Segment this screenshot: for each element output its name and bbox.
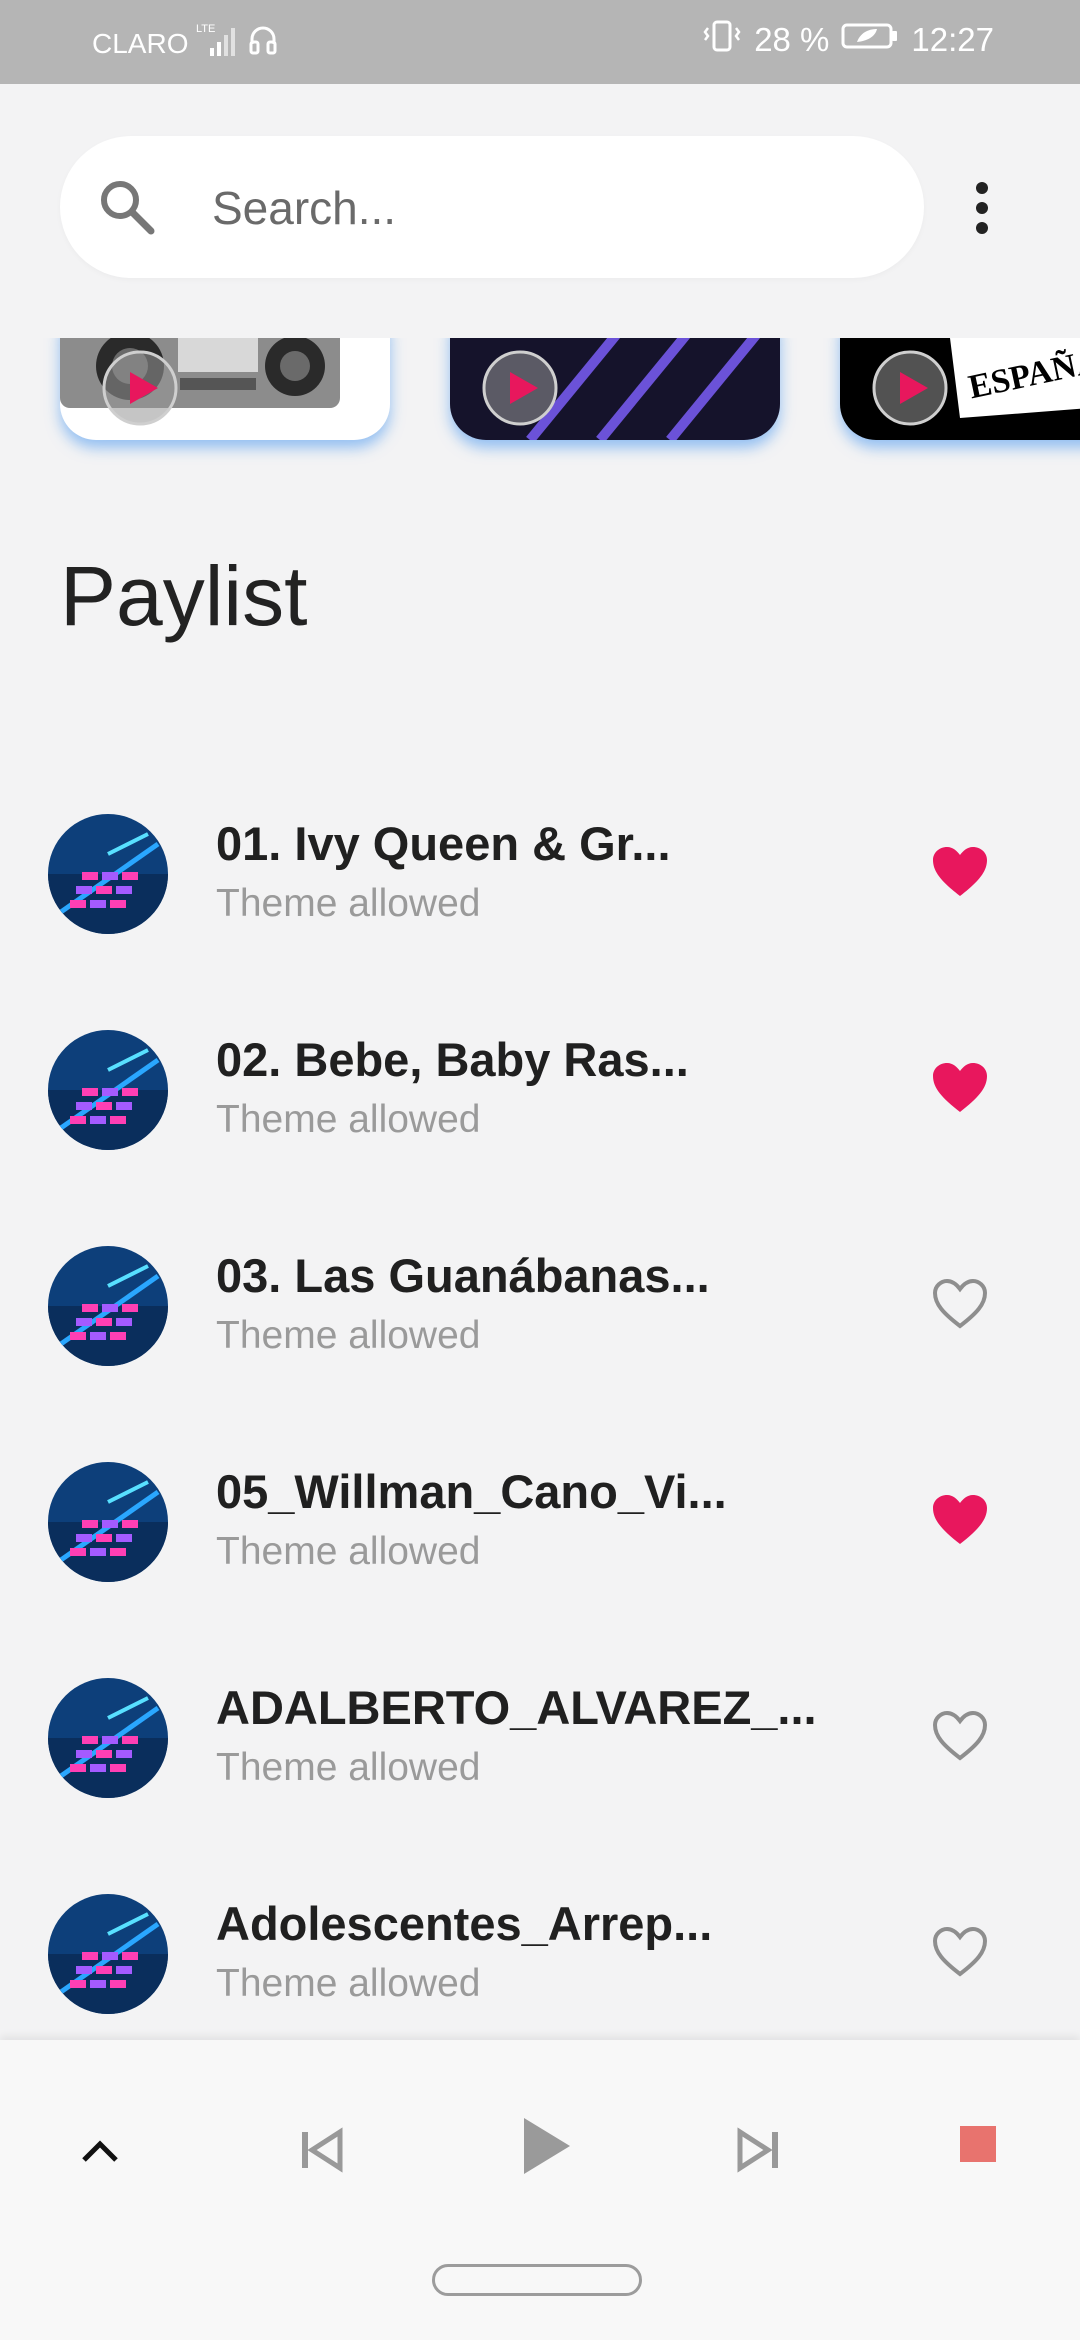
track-title: 02. Bebe, Baby Ras... <box>216 1033 689 1086</box>
play-icon[interactable] <box>518 2112 574 2185</box>
heart-outline-icon[interactable] <box>930 1924 990 1980</box>
battery-icon <box>841 21 899 59</box>
carrier-name: CLARO <box>92 27 189 59</box>
status-bar: CLARO LTE 28 % 12:27 <box>0 0 1080 84</box>
track-artwork <box>48 1246 168 1366</box>
track-artwork <box>48 1894 168 2014</box>
track-row[interactable]: 05_Willman_Cano_Vi... Theme allowed <box>0 1418 1080 1634</box>
network-type-label: LTE <box>196 23 215 35</box>
heart-filled-icon[interactable] <box>930 1060 990 1116</box>
track-subtitle: Theme allowed <box>216 1746 481 1789</box>
home-indicator[interactable] <box>432 2264 642 2296</box>
more-vert-icon[interactable] <box>958 176 1006 240</box>
search-bar[interactable] <box>60 136 924 278</box>
featured-carousel[interactable]: ESPAÑA <box>0 338 1080 468</box>
track-row[interactable]: 02. Bebe, Baby Ras... Theme allowed <box>0 986 1080 1202</box>
featured-card-boombox[interactable] <box>60 338 390 440</box>
track-artwork <box>48 1462 168 1582</box>
track-row[interactable]: ADALBERTO_ALVAREZ_... Theme allowed <box>0 1634 1080 1850</box>
featured-card-espana[interactable]: ESPAÑA <box>840 338 1080 440</box>
track-subtitle: Theme allowed <box>216 882 481 925</box>
headphones-icon <box>248 24 278 63</box>
featured-card-stripes[interactable] <box>450 338 780 440</box>
heart-outline-icon[interactable] <box>930 1708 990 1764</box>
heart-filled-icon[interactable] <box>930 1492 990 1548</box>
heart-filled-icon[interactable] <box>930 844 990 900</box>
track-title: ADALBERTO_ALVAREZ_... <box>216 1681 817 1734</box>
clock: 12:27 <box>911 21 994 58</box>
stop-icon[interactable] <box>958 2124 998 2169</box>
search-icon[interactable] <box>98 178 156 236</box>
chevron-up-icon[interactable] <box>78 2130 122 2179</box>
heart-outline-icon[interactable] <box>930 1276 990 1332</box>
status-left: CLARO LTE <box>92 22 278 65</box>
track-subtitle: Theme allowed <box>216 1530 481 1573</box>
track-title: 03. Las Guanábanas... <box>216 1249 710 1302</box>
track-artwork <box>48 1030 168 1150</box>
track-title: Adolescentes_Arrep... <box>216 1897 713 1950</box>
skip-next-icon[interactable] <box>736 2122 782 2183</box>
playlist-title: Paylist <box>60 549 308 643</box>
track-title: 05_Willman_Cano_Vi... <box>216 1465 727 1518</box>
status-right: 28 % 12:27 <box>702 18 994 62</box>
search-input[interactable] <box>210 176 894 240</box>
track-row[interactable]: 03. Las Guanábanas... Theme allowed <box>0 1202 1080 1418</box>
track-title: 01. Ivy Queen & Gr... <box>216 817 671 870</box>
battery-percent: 28 % <box>754 21 830 58</box>
signal-icon: LTE <box>196 22 240 65</box>
track-subtitle: Theme allowed <box>216 1962 481 2005</box>
track-artwork <box>48 1678 168 1798</box>
track-subtitle: Theme allowed <box>216 1314 481 1357</box>
track-row[interactable]: 01. Ivy Queen & Gr... Theme allowed <box>0 770 1080 986</box>
track-artwork <box>48 814 168 934</box>
skip-previous-icon[interactable] <box>298 2122 344 2183</box>
track-row[interactable]: Adolescentes_Arrep... Theme allowed <box>0 1850 1080 2066</box>
vibrate-icon <box>702 18 742 62</box>
track-subtitle: Theme allowed <box>216 1098 481 1141</box>
